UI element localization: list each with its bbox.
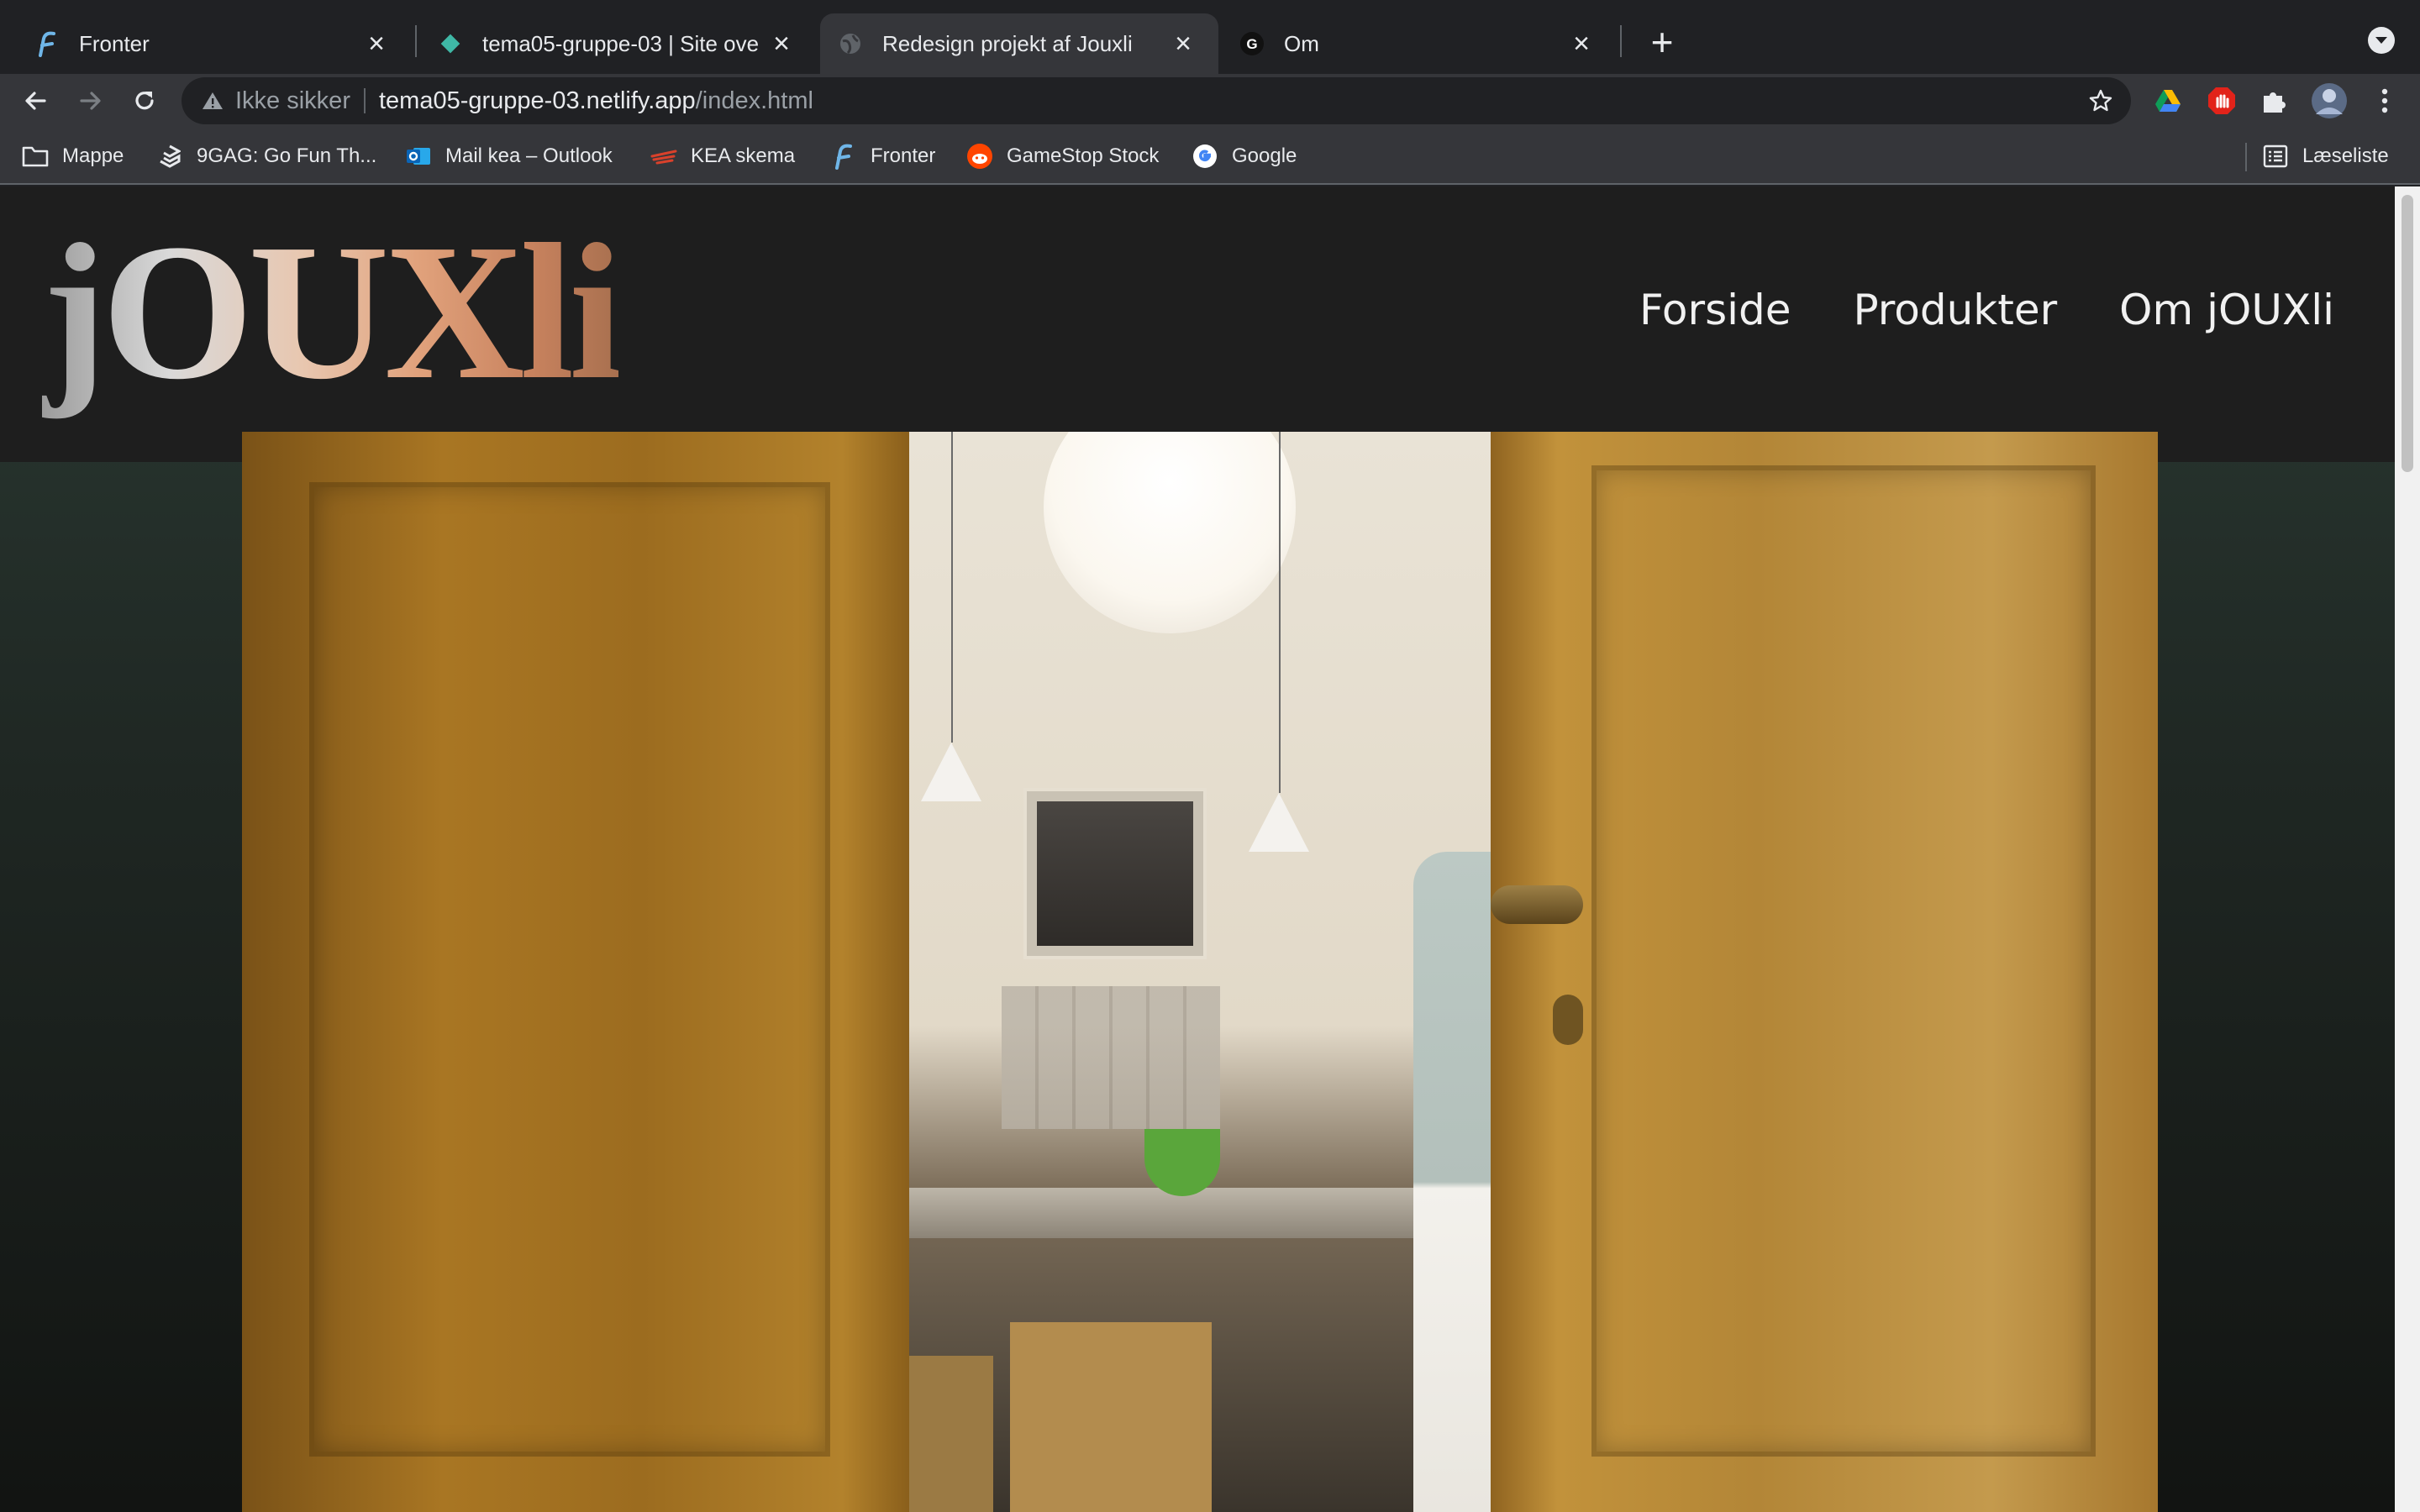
outlook-icon xyxy=(405,143,432,170)
fronter-icon xyxy=(830,143,857,170)
more-menu-icon[interactable] xyxy=(2368,84,2402,118)
door-handle xyxy=(1491,885,1583,924)
arrow-right-icon xyxy=(80,92,101,110)
google-drive-icon[interactable] xyxy=(2151,84,2185,118)
bookmark-label: Mappe xyxy=(62,144,124,167)
netlify-icon xyxy=(437,30,464,57)
forward-button[interactable] xyxy=(67,74,114,128)
nav-link-om-jouxli[interactable]: Om jOUXli xyxy=(2119,286,2334,334)
new-tab-button[interactable]: + xyxy=(1640,20,1684,64)
wooden-boxes xyxy=(909,1356,993,1512)
glass-table xyxy=(909,1188,1491,1238)
bookmark-mail-kea[interactable]: Mail kea – Outlook xyxy=(405,138,613,175)
warning-icon[interactable] xyxy=(200,89,225,113)
page-scrollbar[interactable] xyxy=(2395,186,2420,1512)
lamp-shade xyxy=(1249,793,1309,852)
profile-avatar[interactable] xyxy=(2311,82,2348,119)
bookmarks-bar: Mappe 9GAG: Go Fun Th... Mail kea – Outl… xyxy=(0,128,2420,185)
back-button[interactable] xyxy=(12,74,59,128)
reading-list-icon xyxy=(2262,143,2289,170)
left-door xyxy=(242,432,909,1512)
bookmark-label: Google xyxy=(1232,144,1297,167)
door-panel xyxy=(1591,465,2096,1457)
bookmark-label: Mail kea – Outlook xyxy=(445,144,613,167)
bookmark-label: Fronter xyxy=(871,144,936,167)
reading-list-button[interactable]: Læseliste xyxy=(2262,138,2389,175)
adblock-icon[interactable] xyxy=(2205,84,2238,118)
bookmark-gamestop-stock[interactable]: GameStop Stock xyxy=(966,138,1159,175)
door-lock xyxy=(1553,995,1583,1045)
security-label[interactable]: Ikke sikker xyxy=(235,87,350,115)
chevron-down-icon xyxy=(2375,37,2387,44)
tab-om[interactable]: G Om × xyxy=(1222,13,1617,74)
browser-toolbar: Ikke sikker tema05-gruppe-03.netlify.app… xyxy=(0,74,2420,128)
reload-icon xyxy=(135,92,154,110)
reload-button[interactable] xyxy=(121,74,168,128)
pendant-lamp xyxy=(1044,432,1296,633)
bookmark-label: GameStop Stock xyxy=(1007,144,1160,167)
site-logo[interactable]: jOUXli xyxy=(42,203,623,422)
tab-redesign-jouxli[interactable]: Redesign projekt af Jouxli × xyxy=(820,13,1218,74)
tab-search-button[interactable] xyxy=(2368,27,2395,54)
bookmark-fronter[interactable]: Fronter xyxy=(830,138,935,175)
bookmark-label: 9GAG: Go Fun Th... xyxy=(197,144,377,167)
folder-icon xyxy=(22,143,49,170)
bookmark-google[interactable]: Google xyxy=(1192,138,1297,175)
web-page: jOUXli Forside Produkter Om jOUXli xyxy=(0,186,2395,1512)
url-path[interactable]: /index.html xyxy=(696,87,813,115)
right-door xyxy=(1491,432,2158,1512)
fronter-icon xyxy=(34,30,60,57)
site-header: jOUXli Forside Produkter Om jOUXli xyxy=(0,186,2395,462)
door-panel xyxy=(309,482,830,1457)
g-icon: G xyxy=(1239,30,1265,57)
nav-link-forside[interactable]: Forside xyxy=(1639,286,1791,334)
svg-text:G: G xyxy=(1246,36,1257,52)
9gag-icon xyxy=(156,143,183,170)
bookmark-mappe[interactable]: Mappe xyxy=(22,138,124,175)
url-host[interactable]: tema05-gruppe-03.netlify.app xyxy=(379,87,696,115)
globe-icon xyxy=(837,30,864,57)
scrollbar-thumb[interactable] xyxy=(2402,195,2413,472)
tab-fronter[interactable]: Fronter × xyxy=(0,13,412,74)
person-figure xyxy=(1413,852,1491,1512)
tab-separator xyxy=(415,25,417,57)
bookmark-kea-skema[interactable]: KEA skema xyxy=(650,138,795,175)
flower-vase xyxy=(1144,1129,1220,1196)
lamp-cord xyxy=(951,432,953,743)
tab-title: Redesign projekt af Jouxli xyxy=(882,30,1133,56)
tab-separator xyxy=(1620,25,1622,57)
reddit-icon xyxy=(966,143,993,170)
lamp-cord xyxy=(1279,432,1281,793)
tab-title: Fronter xyxy=(79,30,150,56)
arrow-left-icon xyxy=(25,92,46,110)
tab-netlify[interactable]: tema05-gruppe-03 | Site overview × xyxy=(420,13,817,74)
bookmark-9gag[interactable]: 9GAG: Go Fun Th... xyxy=(156,138,376,175)
close-icon[interactable]: × xyxy=(1168,28,1198,60)
shop-interior xyxy=(909,432,1491,1512)
close-icon[interactable]: × xyxy=(361,28,392,60)
bookmark-star-icon[interactable] xyxy=(2086,86,2116,116)
nav-link-produkter[interactable]: Produkter xyxy=(1854,286,2058,334)
main-nav: Forside Produkter Om jOUXli xyxy=(1639,286,2334,334)
close-icon[interactable]: × xyxy=(766,28,797,60)
bookmark-label: KEA skema xyxy=(691,144,796,167)
wooden-boxes xyxy=(1010,1322,1212,1512)
bookmarks-separator xyxy=(2245,143,2247,171)
tab-title: Om xyxy=(1284,30,1319,56)
reading-list-label: Læseliste xyxy=(2302,144,2389,167)
tab-strip: Fronter × tema05-gruppe-03 | Site overvi… xyxy=(0,0,2420,74)
kea-icon xyxy=(650,143,677,170)
hero-image xyxy=(242,432,2158,1512)
close-icon[interactable]: × xyxy=(1566,28,1597,60)
google-icon xyxy=(1192,143,1218,170)
display-cabinet xyxy=(1002,986,1220,1129)
omnibox-separator xyxy=(363,88,366,113)
address-bar[interactable]: Ikke sikker tema05-gruppe-03.netlify.app… xyxy=(182,77,2131,124)
lamp-shade xyxy=(921,743,981,801)
puzzle-extensions-icon[interactable] xyxy=(2257,84,2291,118)
framed-photo xyxy=(1023,788,1207,959)
tab-title: tema05-gruppe-03 | Site overview xyxy=(482,30,760,56)
